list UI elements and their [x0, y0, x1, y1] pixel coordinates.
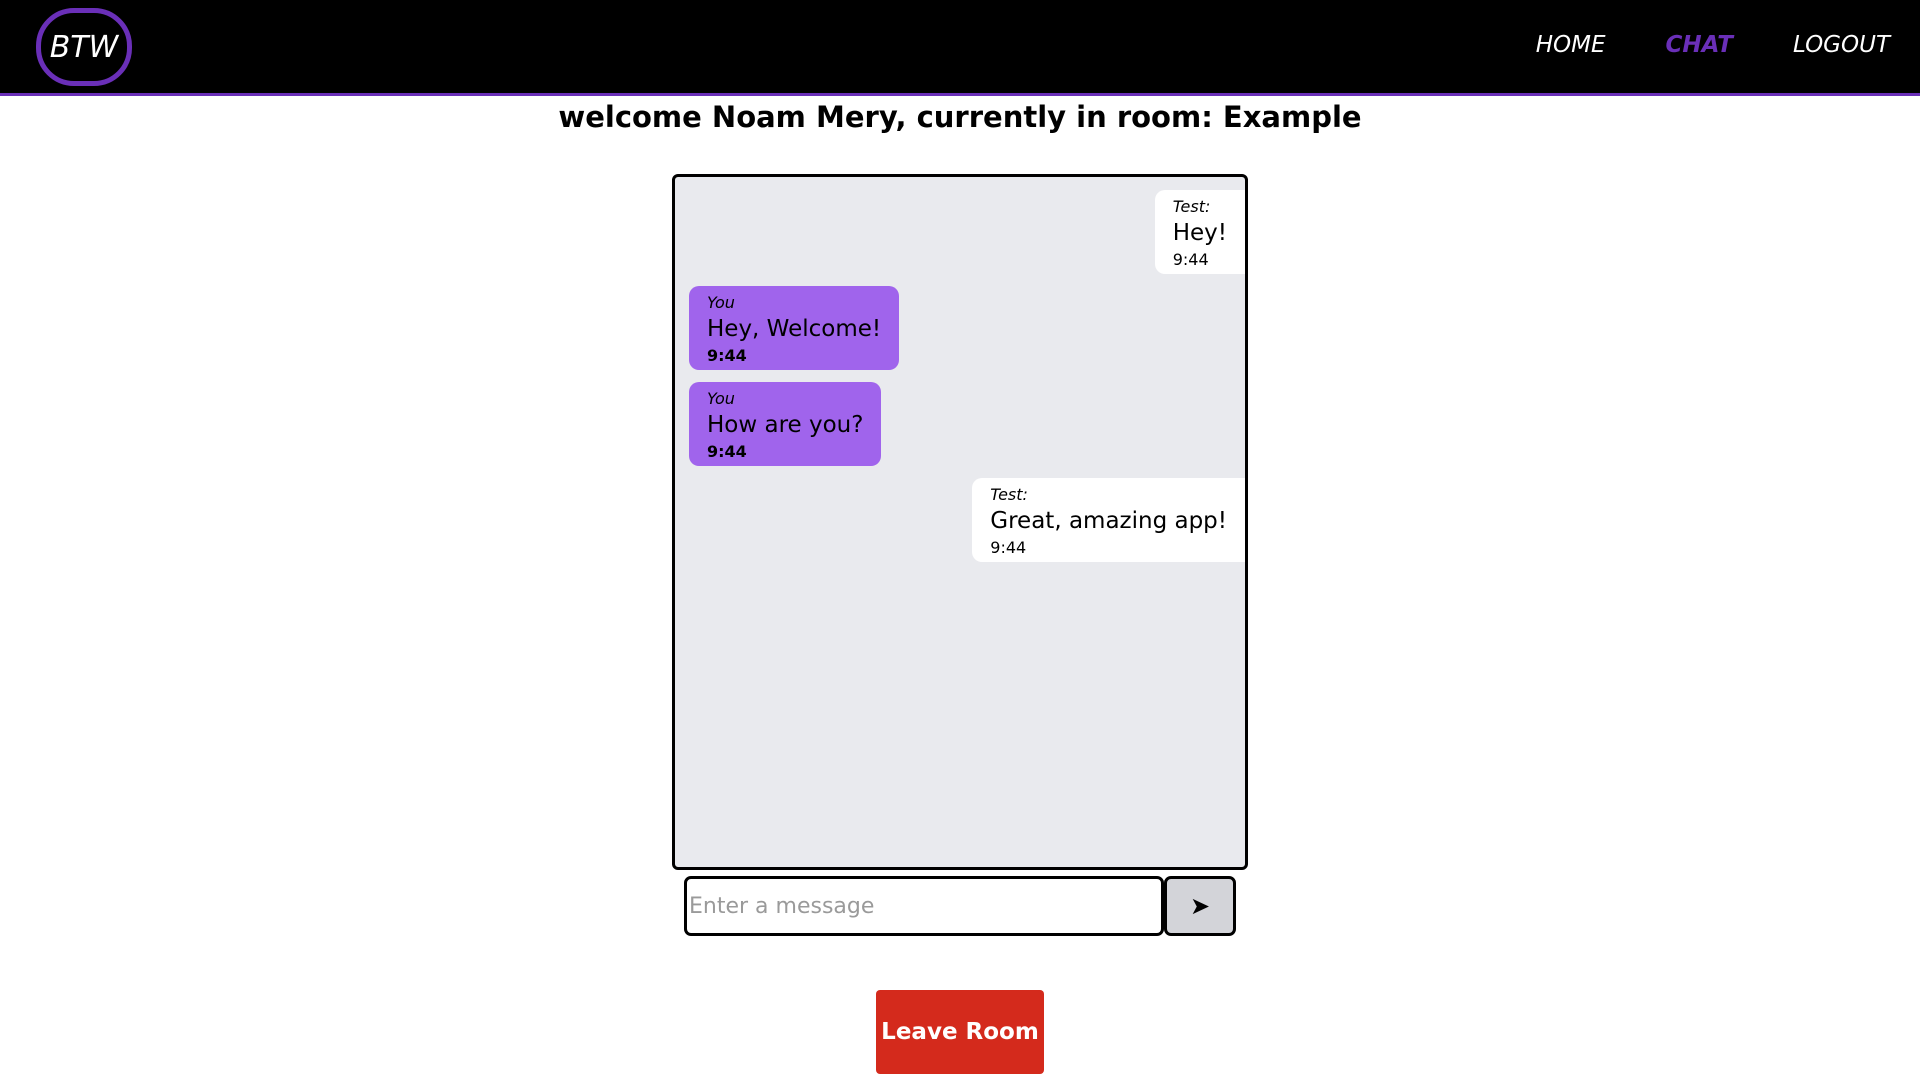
- leave-room-button[interactable]: Leave Room: [876, 990, 1044, 1074]
- message-text: Great, amazing app!: [990, 508, 1227, 534]
- chat-message-received: Test: Great, amazing app! 9:44: [972, 478, 1245, 562]
- message-text: Hey!: [1172, 220, 1227, 246]
- nav-link-home[interactable]: HOME: [1536, 32, 1606, 58]
- message-sender: You: [707, 389, 735, 408]
- nav-links: HOME CHAT LOGOUT: [1476, 32, 1890, 58]
- message-sender: Test:: [1172, 197, 1211, 216]
- chat-messages-panel[interactable]: Test: Hey! 9:44 You Hey, Welcome! 9:44 Y…: [672, 174, 1248, 870]
- nav-link-chat[interactable]: CHAT: [1666, 32, 1733, 58]
- message-input[interactable]: [684, 876, 1164, 936]
- logo[interactable]: BTW: [36, 8, 132, 86]
- send-button[interactable]: ➤: [1164, 876, 1236, 936]
- welcome-heading: welcome Noam Mery, currently in room: Ex…: [558, 100, 1362, 134]
- logo-text: BTW: [49, 29, 119, 65]
- chat-message-sent: You How are you? 9:44: [689, 382, 882, 466]
- message-text: How are you?: [707, 412, 864, 438]
- chat-message-received: Test: Hey! 9:44: [1154, 190, 1245, 274]
- message-time: 9:44: [1172, 250, 1209, 269]
- nav-link-logout[interactable]: LOGOUT: [1793, 32, 1890, 58]
- message-time: 9:44: [707, 442, 747, 461]
- chat-message-sent: You Hey, Welcome! 9:44: [689, 286, 900, 370]
- send-arrow-icon: ➤: [1189, 892, 1211, 920]
- message-sender: You: [707, 293, 735, 312]
- message-sender: Test:: [990, 485, 1028, 504]
- message-time: 9:44: [990, 538, 1027, 557]
- leave-room-label: Leave Room: [881, 1019, 1039, 1045]
- message-time: 9:44: [707, 346, 747, 365]
- message-text: Hey, Welcome!: [707, 316, 882, 342]
- navbar: BTW HOME CHAT LOGOUT: [0, 0, 1920, 96]
